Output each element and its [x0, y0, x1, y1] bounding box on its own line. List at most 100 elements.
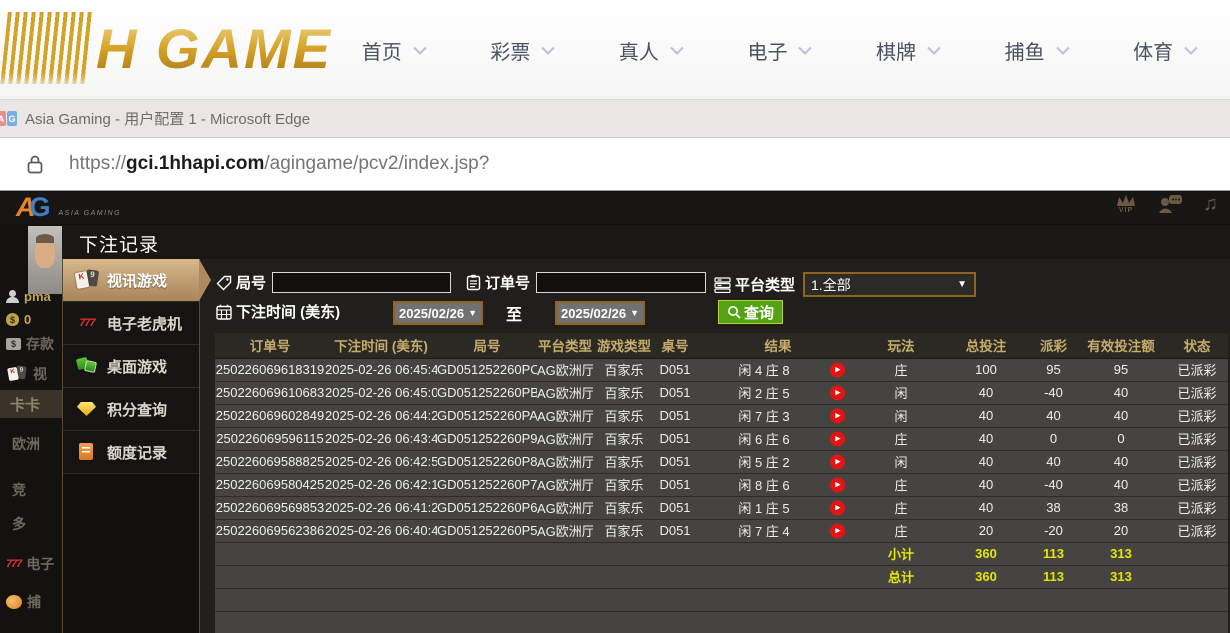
- play-video-icon[interactable]: [830, 362, 845, 377]
- table-row: 2502260695888252025-02-26 06:42:59GD0512…: [215, 450, 1228, 473]
- site-logo[interactable]: H GAME: [4, 12, 332, 84]
- col-header: 下注时间 (美东): [325, 333, 437, 358]
- tablegames-icon: [75, 356, 99, 376]
- sidebar-item-2[interactable]: 桌面游戏: [63, 345, 199, 388]
- search-button[interactable]: 查询: [718, 300, 783, 324]
- empty-row: [215, 611, 1228, 633]
- result: 闲 5 庄 2: [695, 450, 861, 473]
- sum-valid-bet: 313: [1076, 565, 1166, 588]
- play-video-icon[interactable]: [830, 454, 845, 469]
- payout: 0: [1031, 427, 1076, 450]
- date-to-wrap: 2025/02/26 ▼: [555, 301, 645, 325]
- sidebar-item-3[interactable]: 积分查询: [63, 388, 199, 431]
- bet-time: 2025-02-26 06:45:49: [325, 358, 437, 381]
- play-video-icon[interactable]: [830, 500, 845, 515]
- game-type: 百家乐: [593, 496, 655, 519]
- game-type: 百家乐: [593, 427, 655, 450]
- play-type: 闲: [861, 450, 941, 473]
- platform-type-select[interactable]: 1.全部 ▼: [803, 272, 976, 297]
- sum-label: 小计: [861, 542, 941, 565]
- nav-item-3[interactable]: 电子: [747, 36, 812, 65]
- sidebar-item-4[interactable]: 额度记录: [63, 431, 199, 474]
- total-row: 总计360113313: [215, 565, 1228, 588]
- payout: 38: [1031, 496, 1076, 519]
- play-video-icon[interactable]: [830, 477, 845, 492]
- lobby-item-kaka[interactable]: 卡卡: [0, 390, 62, 418]
- order-no: 250226069596115: [215, 427, 325, 450]
- records-table-wrap: 订单号下注时间 (美东)局号平台类型游戏类型桌号结果玩法总投注派彩有效投注额状态…: [215, 333, 1228, 633]
- col-header: 玩法: [861, 333, 941, 358]
- date-to-picker[interactable]: 2025/02/26 ▼: [555, 301, 645, 325]
- lobby-item-fishing[interactable]: 捕: [6, 592, 41, 612]
- col-header: 状态: [1166, 333, 1228, 358]
- lobby-item-multi[interactable]: 多: [12, 514, 26, 534]
- bet-time: 2025-02-26 06:43:43: [325, 427, 437, 450]
- game-type: 百家乐: [593, 404, 655, 427]
- play-video-icon[interactable]: [830, 385, 845, 400]
- payout: 95: [1031, 358, 1076, 381]
- lobby-sidebar: pma $ 0 $ 存款 9K 视 卡卡 欧洲 竞: [0, 224, 62, 633]
- caret-down-icon: ▼: [468, 308, 477, 318]
- bet-time: 2025-02-26 06:44:23: [325, 404, 437, 427]
- play-video-icon[interactable]: [830, 431, 845, 446]
- play-type: 庄: [861, 519, 941, 542]
- sum-label: 总计: [861, 565, 941, 588]
- col-header: 有效投注额: [1076, 333, 1166, 358]
- chevron-down-icon: [927, 46, 941, 55]
- nav-item-1[interactable]: 彩票: [490, 36, 555, 65]
- order-no: 250226069618319: [215, 358, 325, 381]
- bet-records-table: 订单号下注时间 (美东)局号平台类型游戏类型桌号结果玩法总投注派彩有效投注额状态…: [215, 333, 1228, 633]
- play-type: 庄: [861, 427, 941, 450]
- game-type: 百家乐: [593, 358, 655, 381]
- platform: AG欧洲厅: [537, 473, 593, 496]
- payout: 40: [1031, 450, 1076, 473]
- url-text[interactable]: https://gci.1hhapi.com/agingame/pcv2/ind…: [69, 153, 489, 175]
- total-bet: 20: [941, 519, 1031, 542]
- ag-logo[interactable]: A G ASIA GAMING: [16, 192, 121, 222]
- platform: AG欧洲厅: [537, 519, 593, 542]
- lobby-item-jingmi[interactable]: 竞: [12, 480, 26, 500]
- date-from-picker[interactable]: 2025/02/26 ▼: [393, 301, 483, 325]
- lobby-item-video[interactable]: 9K 视: [6, 364, 47, 384]
- round-no-input[interactable]: [272, 272, 451, 293]
- slots-777-icon: 777: [6, 558, 21, 570]
- platform-filter: 平台类型 1.全部 ▼: [714, 272, 976, 297]
- payout: -20: [1031, 519, 1076, 542]
- table-no: D051: [655, 381, 695, 404]
- play-type: 庄: [861, 473, 941, 496]
- music-icon[interactable]: ♫: [1203, 193, 1218, 215]
- sidebar-item-0[interactable]: 9K视讯游戏: [63, 259, 199, 302]
- nav-item-2[interactable]: 真人: [619, 36, 684, 65]
- nav-item-5[interactable]: 捕鱼: [1005, 36, 1070, 65]
- lock-icon[interactable]: [27, 155, 43, 174]
- logo-text: H GAME: [96, 16, 332, 81]
- play-video-icon[interactable]: [830, 408, 845, 423]
- lobby-item-europe[interactable]: 欧洲: [12, 434, 40, 454]
- chevron-down-icon: [1056, 46, 1070, 55]
- chevron-down-icon: [670, 46, 684, 55]
- table-row: 2502260696028492025-02-26 06:44:23GD0512…: [215, 404, 1228, 427]
- bet-time: 2025-02-26 06:41:21: [325, 496, 437, 519]
- lobby-item-slots[interactable]: 777 电子: [6, 554, 54, 574]
- sum-valid-bet: 313: [1076, 542, 1166, 565]
- valid-bet: 95: [1076, 358, 1166, 381]
- nav-item-4[interactable]: 棋牌: [876, 36, 941, 65]
- valid-bet: 40: [1076, 450, 1166, 473]
- game-type: 百家乐: [593, 381, 655, 404]
- chat-icon[interactable]: [1157, 194, 1183, 214]
- payout: -40: [1031, 381, 1076, 404]
- sum-total-bet: 360: [941, 565, 1031, 588]
- play-video-icon[interactable]: [830, 523, 845, 538]
- table-row: 2502260695698532025-02-26 06:41:21GD0512…: [215, 496, 1228, 519]
- round-no: GD051252260P9: [437, 427, 537, 450]
- lobby-item-deposit[interactable]: $ 存款: [6, 334, 54, 354]
- vip-icon[interactable]: VIP: [1115, 194, 1137, 214]
- order-no-input[interactable]: [536, 272, 706, 293]
- nav-item-0[interactable]: 首页: [362, 36, 427, 65]
- edge-urlbar[interactable]: https://gci.1hhapi.com/agingame/pcv2/ind…: [0, 138, 1230, 191]
- sidebar-item-1[interactable]: 777电子老虎机: [63, 302, 199, 345]
- ag-page: A G ASIA GAMING VIP ♫ pma: [0, 191, 1230, 633]
- order-no: 250226069580425: [215, 473, 325, 496]
- nav-item-6[interactable]: 体育: [1133, 36, 1198, 65]
- username: pma: [24, 289, 51, 304]
